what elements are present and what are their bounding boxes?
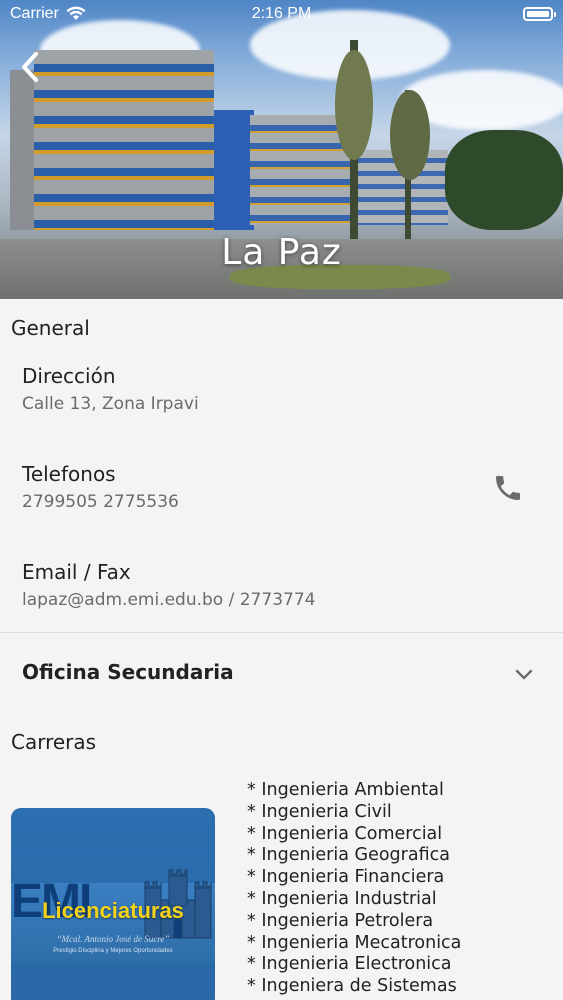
secondary-office-label: Oficina Secundaria: [22, 660, 234, 684]
chevron-down-icon: [515, 669, 533, 680]
chevron-left-icon: [22, 52, 38, 82]
phones-value: 2799505 2775536: [22, 492, 179, 512]
card-title: Licenciaturas: [42, 898, 184, 923]
building: [214, 110, 254, 230]
career-item: Ingeniera de Sistemas: [247, 976, 461, 998]
tree: [335, 50, 373, 160]
status-bar: Carrier 2:16 PM: [0, 0, 563, 30]
divider: [0, 632, 563, 633]
career-item: Ingenieria Ambiental: [247, 780, 461, 802]
secondary-office-toggle[interactable]: Oficina Secundaria: [0, 648, 563, 698]
address-value: Calle 13, Zona Irpavi: [22, 394, 199, 414]
licenciaturas-card[interactable]: EMI Licenciaturas “Mcal. Antonio José de…: [11, 808, 215, 1000]
phones-label: Telefonos: [22, 462, 116, 486]
clock: 2:16 PM: [251, 5, 312, 22]
battery-icon: [523, 7, 556, 21]
email-item: Email / Fax lapaz@adm.emi.edu.bo / 27737…: [22, 560, 315, 610]
career-item: Ingenieria Geografica: [247, 845, 461, 867]
email-label: Email / Fax: [22, 560, 131, 584]
career-item: Ingenieria Industrial: [247, 889, 461, 911]
career-item: Ingenieria Comercial: [247, 824, 461, 846]
section-title-careers: Carreras: [11, 730, 97, 754]
section-title-general: General: [11, 316, 90, 340]
address-item: Dirección Calle 13, Zona Irpavi: [22, 364, 199, 414]
career-item: Ingenieria Civil: [247, 802, 461, 824]
page-title: La Paz: [221, 232, 342, 273]
back-button[interactable]: [18, 50, 48, 84]
tree: [445, 130, 563, 230]
card-subtitle: “Mcal. Antonio José de Sucre”: [56, 934, 170, 944]
careers-list: Ingenieria Ambiental Ingenieria Civil In…: [247, 780, 461, 998]
phone-icon: [496, 476, 520, 500]
address-label: Dirección: [22, 364, 116, 388]
email-value: lapaz@adm.emi.edu.bo / 2773774: [22, 590, 316, 610]
career-item: Ingenieria Petrolera: [247, 911, 461, 933]
card-tagline: Prestigio Disciplina y Mejores Oportunid…: [53, 948, 173, 954]
career-item: Ingenieria Electronica: [247, 954, 461, 976]
header-image: Carrier 2:16 PM La Paz: [0, 0, 563, 299]
career-item: Ingenieria Financiera: [247, 867, 461, 889]
phones-item: Telefonos 2799505 2775536: [22, 462, 179, 512]
career-item: Ingenieria Mecatronica: [247, 933, 461, 955]
building: [34, 50, 214, 230]
call-button[interactable]: [492, 472, 524, 504]
tree: [390, 90, 430, 180]
